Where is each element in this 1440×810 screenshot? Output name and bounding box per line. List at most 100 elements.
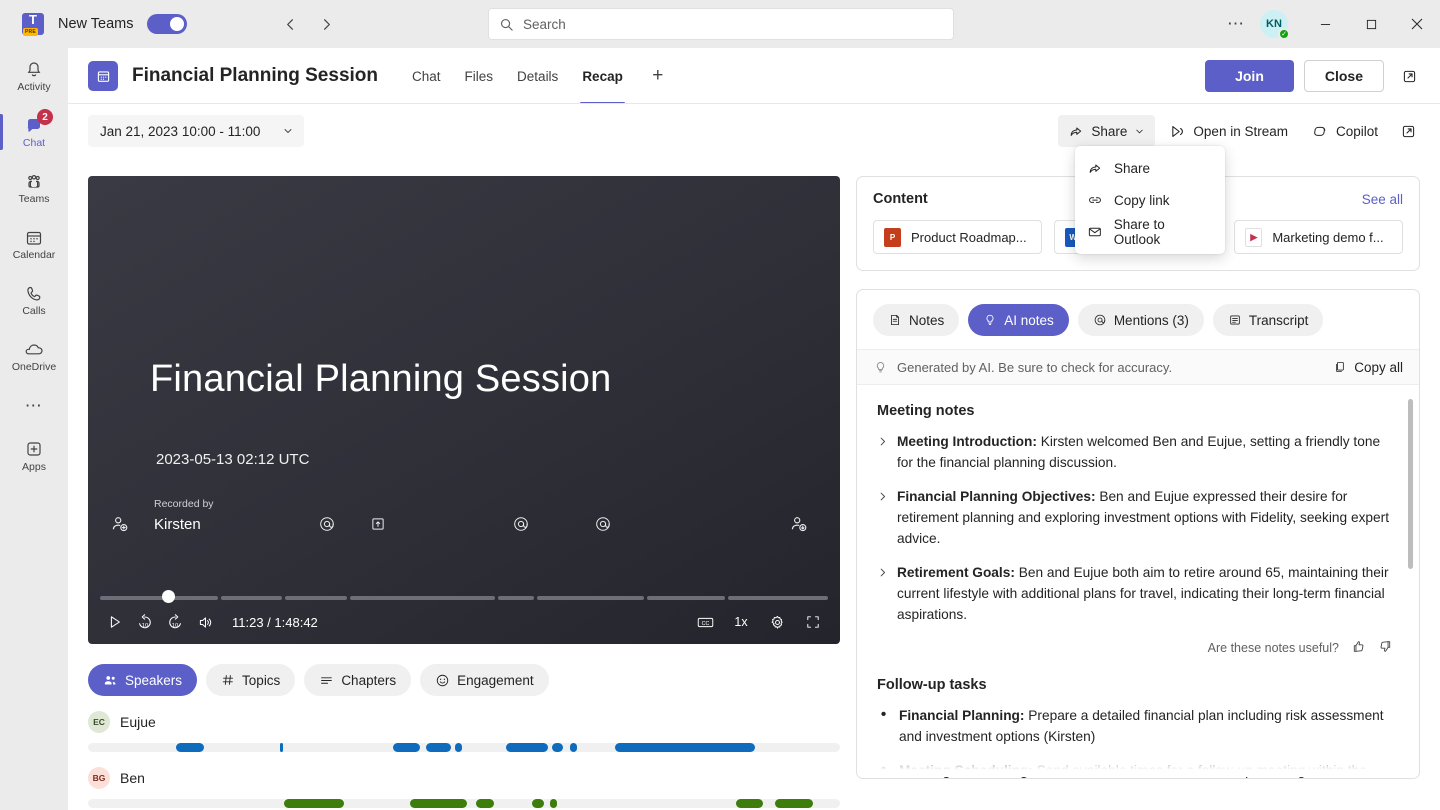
- settings-button[interactable]: [762, 607, 792, 637]
- notes-feedback: Are these notes useful?: [877, 639, 1393, 657]
- video-date: 2023-05-13 02:12 UTC: [156, 451, 310, 468]
- share-icon: [1089, 164, 1101, 173]
- tab-engagement[interactable]: Engagement: [420, 664, 549, 696]
- tab-chat[interactable]: Chat: [400, 48, 453, 104]
- tab-speakers[interactable]: Speakers: [88, 664, 198, 696]
- forward-10-button[interactable]: 10: [160, 607, 190, 637]
- avatar[interactable]: KN ✓: [1260, 10, 1290, 40]
- close-button[interactable]: [1394, 0, 1440, 48]
- mention-icon[interactable]: [594, 515, 612, 538]
- preview-badge: PRE: [23, 28, 38, 36]
- search-bar[interactable]: Search: [488, 8, 954, 40]
- timeline-markers: [88, 510, 840, 536]
- menu-item-share[interactable]: Share: [1075, 152, 1225, 184]
- join-button[interactable]: Join: [1205, 60, 1294, 92]
- close-meeting-button[interactable]: Close: [1303, 60, 1384, 92]
- file-chip-powerpoint[interactable]: P Product Roadmap...: [873, 220, 1042, 254]
- sidebar-more-icon[interactable]: ⋯: [0, 384, 68, 428]
- copilot-button[interactable]: Copilot: [1302, 115, 1388, 147]
- sidebar-label-calls: Calls: [22, 304, 46, 317]
- chevron-right-icon[interactable]: [877, 489, 888, 549]
- notes-scrollbar[interactable]: [1408, 399, 1413, 569]
- forward-icon[interactable]: [311, 9, 341, 39]
- play-button[interactable]: [100, 607, 130, 637]
- back-icon[interactable]: [275, 9, 305, 39]
- person-joined-icon[interactable]: [110, 514, 130, 539]
- ai-disclaimer-banner: Generated by AI. Be sure to check for ac…: [857, 349, 1419, 385]
- person-left-icon[interactable]: [789, 514, 809, 539]
- maximize-button[interactable]: [1348, 0, 1394, 48]
- tab-topics[interactable]: Topics: [206, 664, 296, 696]
- tab-files[interactable]: Files: [453, 48, 506, 104]
- video-player[interactable]: Financial Planning Session 2023-05-13 02…: [88, 176, 840, 644]
- speaker-track[interactable]: [88, 743, 840, 752]
- speaker-track[interactable]: [88, 799, 840, 808]
- menu-item-copy-link[interactable]: Copy link: [1075, 184, 1225, 216]
- titlebar-more-icon[interactable]: ⋯: [1220, 8, 1252, 40]
- scrubber-thumb[interactable]: [162, 590, 175, 603]
- meeting-note-text: Financial Planning Objectives: Ben and E…: [897, 486, 1393, 549]
- volume-button[interactable]: [190, 607, 220, 637]
- tab-ai-notes[interactable]: AI notes: [968, 304, 1069, 336]
- sidebar-item-calls[interactable]: Calls: [0, 272, 68, 328]
- sidebar-label-activity: Activity: [17, 80, 51, 93]
- lightbulb-icon: [876, 361, 885, 372]
- meeting-note-item: Meeting Introduction: Kirsten welcomed B…: [877, 431, 1393, 473]
- tab-chapters[interactable]: Chapters: [304, 664, 412, 696]
- ai-notes-body: Meeting notes Meeting Introduction: Kirs…: [857, 385, 1419, 778]
- tab-ai-notes-label: AI notes: [1004, 312, 1054, 328]
- menu-item-share-to-outlook-label: Share to Outlook: [1113, 217, 1165, 247]
- tab-recap[interactable]: Recap: [570, 48, 635, 104]
- rewind-10-button[interactable]: 10: [130, 607, 160, 637]
- notes-card: Notes AI notes Mentions (3) Transcript G…: [856, 289, 1420, 779]
- new-teams-toggle[interactable]: [147, 14, 188, 34]
- copilot-label: Copilot: [1335, 123, 1378, 139]
- content-title: Content: [873, 191, 928, 207]
- speech-segment: [506, 743, 548, 752]
- insight-tabs: Speakers Topics Chapters Engagement: [88, 664, 549, 696]
- file-chip-video[interactable]: ▶ Marketing demo f...: [1234, 220, 1404, 254]
- menu-item-share-to-outlook[interactable]: Share to Outlook: [1075, 216, 1225, 248]
- speaker-name: Ben: [120, 770, 145, 786]
- teams-window: PRE New Teams Search ⋯: [0, 0, 1440, 810]
- see-all-link[interactable]: See all: [1362, 192, 1403, 207]
- sidebar-item-chat[interactable]: Chat 2: [0, 104, 68, 160]
- tab-speakers-label: Speakers: [125, 672, 183, 688]
- notes-icon: [891, 314, 899, 326]
- copy-icon: [1336, 361, 1344, 373]
- date-range-picker[interactable]: Jan 21, 2023 10:00 - 11:00: [88, 115, 305, 147]
- add-tab-button[interactable]: +: [643, 61, 673, 91]
- recorded-by-label: Recorded by: [154, 498, 214, 510]
- lightbulb-icon: [986, 314, 994, 325]
- tab-notes[interactable]: Notes: [873, 304, 960, 336]
- closed-captions-button[interactable]: CC: [690, 607, 720, 637]
- chevron-right-icon[interactable]: [877, 434, 888, 473]
- tab-mentions[interactable]: Mentions (3): [1077, 304, 1204, 336]
- left-rail: Activity Chat 2 Teams Calendar Calls One…: [0, 48, 68, 810]
- toolbar-pop-out-icon[interactable]: [1392, 115, 1424, 147]
- pop-out-icon[interactable]: [1394, 61, 1424, 91]
- minimize-button[interactable]: [1302, 0, 1348, 48]
- sidebar-item-onedrive[interactable]: OneDrive: [0, 328, 68, 384]
- chevron-right-icon[interactable]: [877, 565, 888, 625]
- tab-details[interactable]: Details: [505, 48, 570, 104]
- sidebar-item-teams[interactable]: Teams: [0, 160, 68, 216]
- mention-icon[interactable]: [318, 515, 336, 538]
- screenshare-icon[interactable]: [369, 515, 387, 538]
- fullscreen-button[interactable]: [798, 607, 828, 637]
- meeting-notes-heading: Meeting notes: [877, 403, 975, 419]
- meeting-note-item: Financial Planning Objectives: Ben and E…: [877, 486, 1393, 549]
- mention-icon[interactable]: [512, 515, 530, 538]
- meeting-note-title: Retirement Goals:: [897, 565, 1015, 580]
- playback-speed-button[interactable]: 1x: [726, 607, 756, 637]
- sidebar-item-apps[interactable]: Apps: [0, 428, 68, 484]
- thumbs-down-icon[interactable]: [1378, 639, 1393, 657]
- sidebar-item-activity[interactable]: Activity: [0, 48, 68, 104]
- open-in-stream-button[interactable]: Open in Stream: [1159, 115, 1298, 147]
- thumbs-up-icon[interactable]: [1351, 639, 1366, 657]
- chat-unread-badge: 2: [37, 109, 53, 125]
- sidebar-item-calendar[interactable]: Calendar: [0, 216, 68, 272]
- copy-all-button[interactable]: Copy all: [1333, 360, 1403, 375]
- share-button[interactable]: Share: [1058, 115, 1156, 147]
- tab-transcript[interactable]: Transcript: [1212, 304, 1324, 336]
